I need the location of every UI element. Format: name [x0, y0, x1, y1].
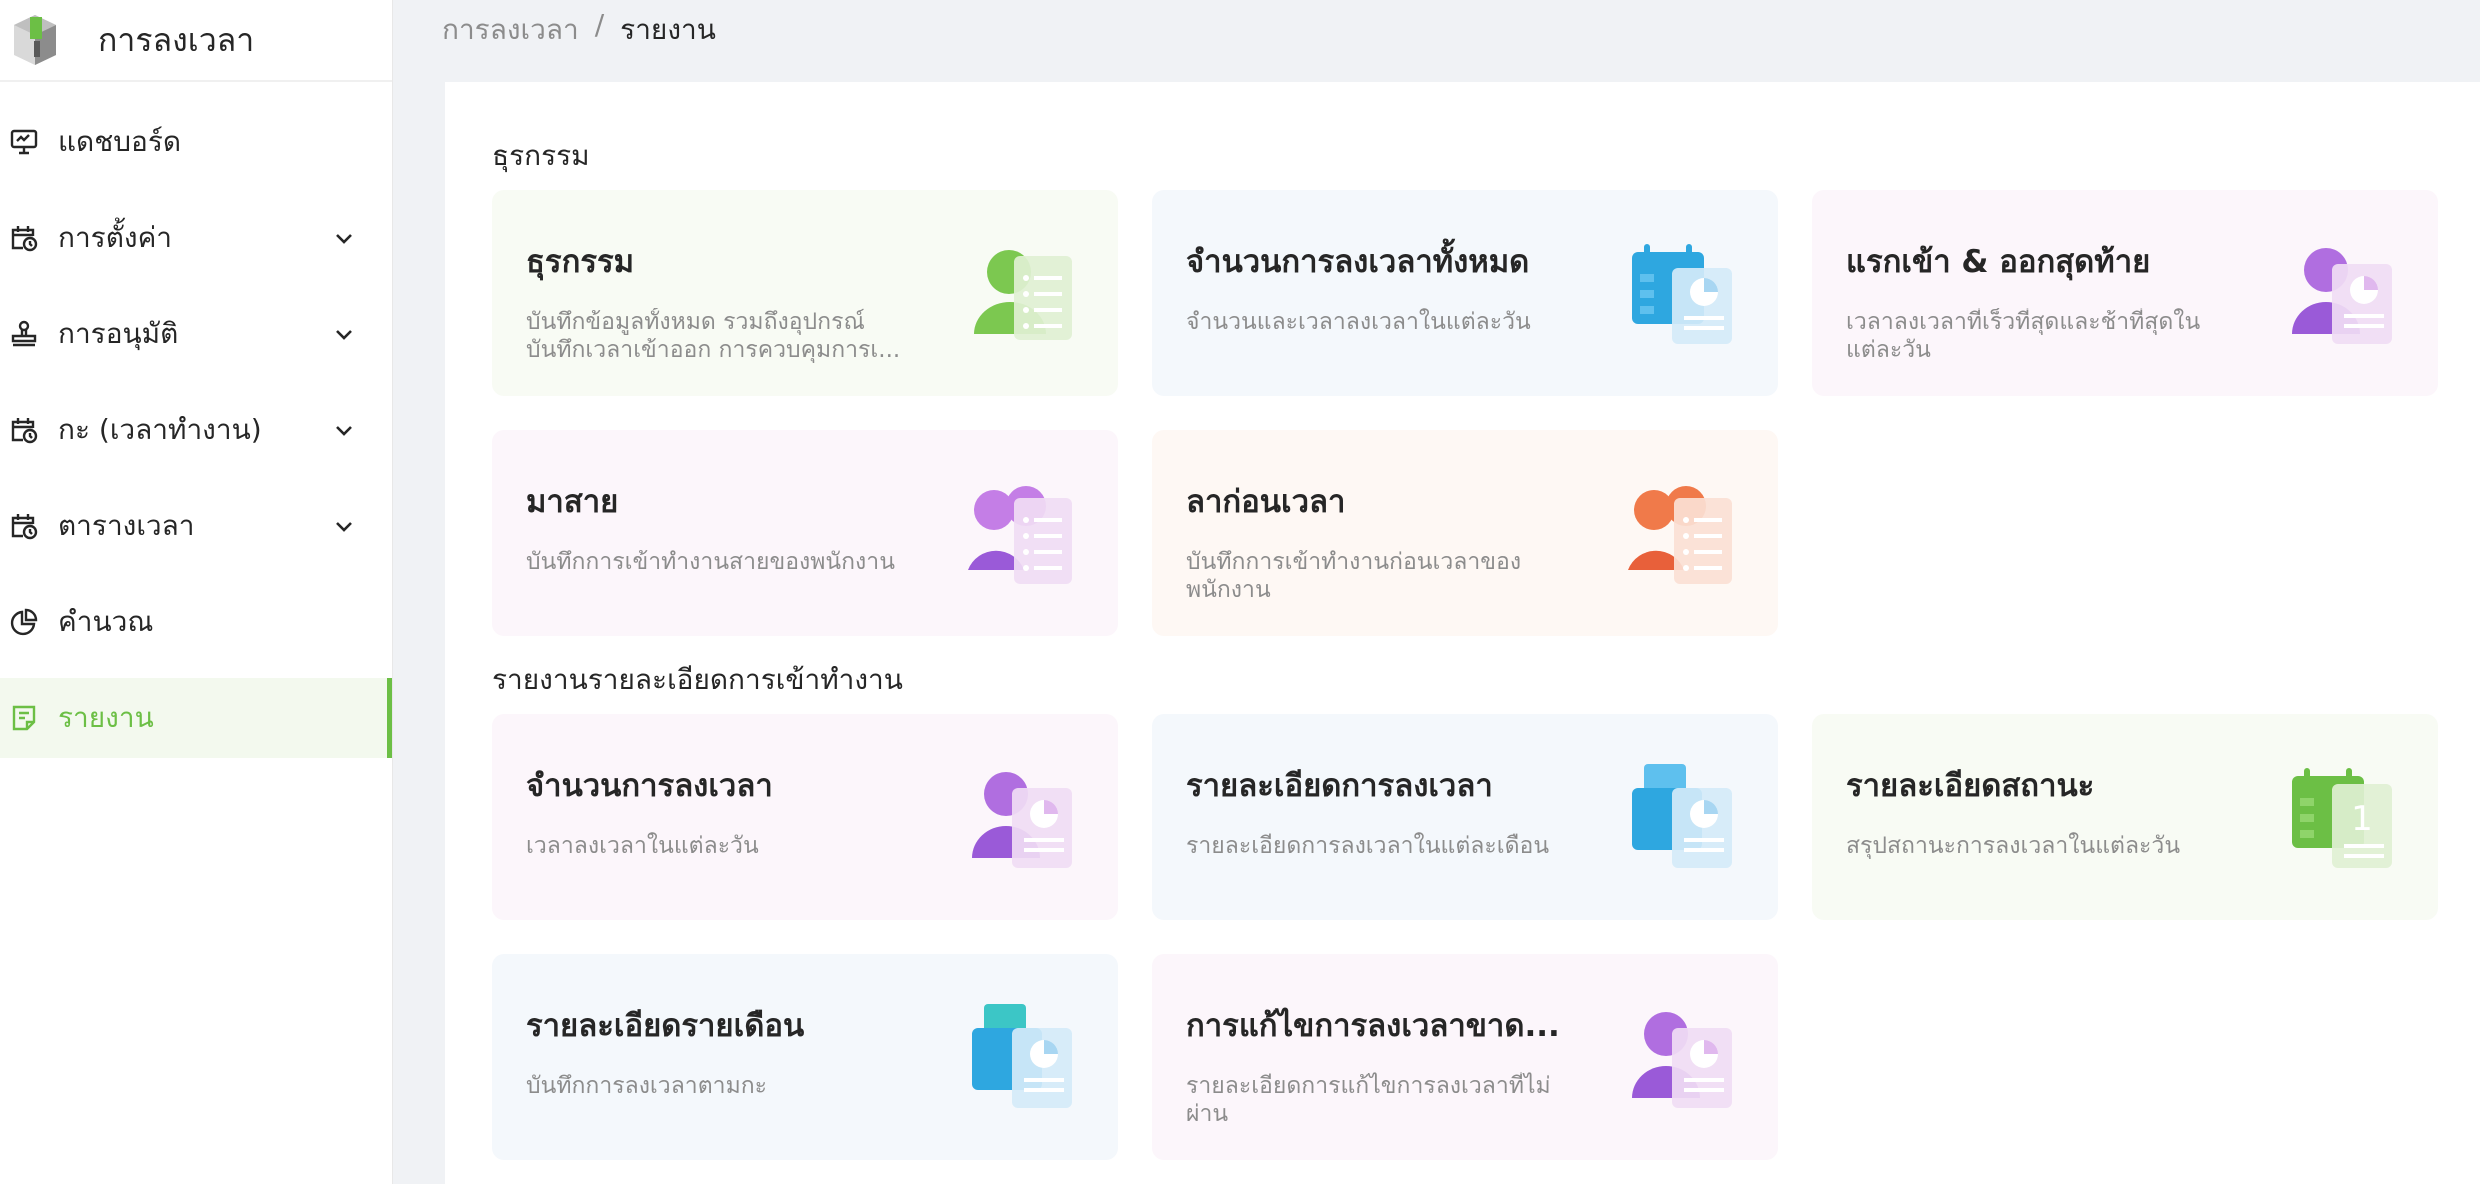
folder-chart-icon	[1632, 764, 1732, 868]
sidebar-menu: แดชบอร์ด การตั้งค่า การอนุมัติ กะ (เวลาท…	[0, 82, 392, 758]
breadcrumb: การลงเวลา / รายงาน	[442, 8, 716, 52]
report-card-status-details[interactable]: รายละเอียดสถานะ สรุปสถานะการลงเวลาในแต่ล…	[1812, 714, 2438, 920]
card-title: จำนวนการลงเวลา	[526, 768, 773, 804]
card-description: เวลาลงเวลาที่เร็วที่สุดและช้าที่สุดในแต่…	[1846, 309, 2201, 363]
sidebar-item-label: แดชบอร์ด	[58, 125, 182, 158]
sidebar-item-shift[interactable]: กะ (เวลาทำงาน)	[0, 390, 392, 470]
breadcrumb-current: รายงาน	[620, 13, 716, 46]
sidebar-item-timetable[interactable]: ตารางเวลา	[0, 486, 392, 566]
card-title: ลาก่อนเวลา	[1186, 484, 1346, 520]
card-description: เวลาลงเวลาในแต่ละวัน	[526, 833, 759, 859]
chevron-down-icon	[336, 522, 352, 532]
card-title: การแก้ไขการลงเวลาขาด...	[1186, 1008, 1560, 1044]
report-card-first-last[interactable]: แรกเข้า & ออกสุดท้าย เวลาลงเวลาที่เร็วที…	[1812, 190, 2438, 396]
card-description: บันทึกการเข้าทำงานก่อนเวลาของพนักงาน	[1186, 549, 1522, 603]
breadcrumb-separator: /	[594, 8, 605, 41]
monitor-icon	[8, 126, 40, 158]
chevron-down-icon	[336, 426, 352, 436]
sidebar: การลงเวลา แดชบอร์ด การตั้งค่า การอนุมัติ…	[0, 0, 393, 1184]
user-chart-icon	[972, 772, 1072, 868]
card-title: รายละเอียดสถานะ	[1846, 768, 2095, 804]
calendar-clock-icon	[8, 222, 40, 254]
report-card-total-attendance[interactable]: จำนวนการลงเวลาทั้งหมด จำนวนและเวลาลงเวลา…	[1152, 190, 1778, 396]
sidebar-item-label: ตารางเวลา	[58, 509, 195, 542]
report-card-early-leave[interactable]: ลาก่อนเวลา บันทึกการเข้าทำงานก่อนเวลาของ…	[1152, 430, 1778, 636]
card-description: รายละเอียดการลงเวลาในแต่ละเดือน	[1186, 833, 1550, 859]
report-content-panel: ธุรกรรม ธุรกรรม บันทึกข้อมูลทั้งหมด รวมถ…	[445, 82, 2480, 1184]
calendar-clock-icon	[8, 510, 40, 542]
card-description: บันทึกการลงเวลาตามกะ	[526, 1073, 768, 1099]
sidebar-item-label: การอนุมัติ	[58, 317, 179, 350]
calendar-chart-icon	[1632, 244, 1732, 344]
report-card-attendance-details[interactable]: รายละเอียดการลงเวลา รายละเอียดการลงเวลาใ…	[1152, 714, 1778, 920]
sidebar-item-settings[interactable]: การตั้งค่า	[0, 198, 392, 278]
section-title-attendance-details: รายงานรายละเอียดการเข้าทำงาน	[492, 663, 903, 696]
sidebar-item-report[interactable]: รายงาน	[0, 678, 392, 758]
card-description: บันทึกข้อมูลทั้งหมด รวมถึงอุปกรณ์ บันทึก…	[526, 309, 901, 363]
app-logo-icon	[14, 15, 56, 65]
sidebar-item-label: คำนวณ	[58, 605, 154, 638]
stamp-icon	[8, 318, 40, 350]
sidebar-item-calculate[interactable]: คำนวณ	[0, 582, 392, 662]
svg-text:1: 1	[2351, 799, 2373, 839]
brand: การลงเวลา	[0, 0, 392, 82]
card-title: ธุรกรรม	[526, 244, 635, 280]
user-chart-icon	[1632, 1012, 1732, 1108]
sidebar-item-label: กะ (เวลาทำงาน)	[58, 413, 262, 446]
card-title: รายละเอียดการลงเวลา	[1186, 768, 1493, 804]
calendar-one-icon: 1	[2292, 768, 2392, 868]
card-description: รายละเอียดการแก้ไขการลงเวลาที่ไม่ผ่าน	[1186, 1073, 1551, 1127]
card-title: รายละเอียดรายเดือน	[526, 1008, 805, 1044]
report-card-transactions[interactable]: ธุรกรรม บันทึกข้อมูลทั้งหมด รวมถึงอุปกรณ…	[492, 190, 1118, 396]
app-title: การลงเวลา	[98, 20, 255, 59]
sidebar-item-dashboard[interactable]: แดชบอร์ด	[0, 102, 392, 182]
breadcrumb-parent-link[interactable]: การลงเวลา	[442, 8, 579, 52]
sidebar-item-label: รายงาน	[58, 701, 154, 734]
report-card-missing-fix[interactable]: การแก้ไขการลงเวลาขาด... รายละเอียดการแก้…	[1152, 954, 1778, 1160]
sidebar-item-approval[interactable]: การอนุมัติ	[0, 294, 392, 374]
folder-chart-icon	[972, 1004, 1072, 1108]
pie-chart-icon	[8, 606, 40, 638]
card-title: แรกเข้า & ออกสุดท้าย	[1846, 244, 2151, 280]
card-title: มาสาย	[526, 484, 619, 520]
card-description: สรุปสถานะการลงเวลาในแต่ละวัน	[1846, 833, 2181, 859]
users-list-icon	[968, 486, 1072, 584]
calendar-clock-icon	[8, 414, 40, 446]
report-card-attendance-count[interactable]: จำนวนการลงเวลา เวลาลงเวลาในแต่ละวัน	[492, 714, 1118, 920]
card-title: จำนวนการลงเวลาทั้งหมด	[1186, 244, 1530, 280]
card-description: บันทึกการเข้าทำงานสายของพนักงาน	[526, 549, 895, 575]
chevron-down-icon	[336, 234, 352, 244]
sidebar-item-label: การตั้งค่า	[58, 221, 173, 254]
user-chart-icon	[2292, 248, 2392, 344]
user-list-icon	[974, 250, 1072, 340]
report-icon	[8, 702, 40, 734]
chevron-down-icon	[336, 330, 352, 340]
report-card-late[interactable]: มาสาย บันทึกการเข้าทำงานสายของพนักงาน	[492, 430, 1118, 636]
card-description: จำนวนและเวลาลงเวลาในแต่ละวัน	[1186, 309, 1531, 335]
section-title-transactions: ธุรกรรม	[492, 139, 590, 172]
report-card-monthly-details[interactable]: รายละเอียดรายเดือน บันทึกการลงเวลาตามกะ	[492, 954, 1118, 1160]
users-list-icon	[1628, 486, 1732, 584]
